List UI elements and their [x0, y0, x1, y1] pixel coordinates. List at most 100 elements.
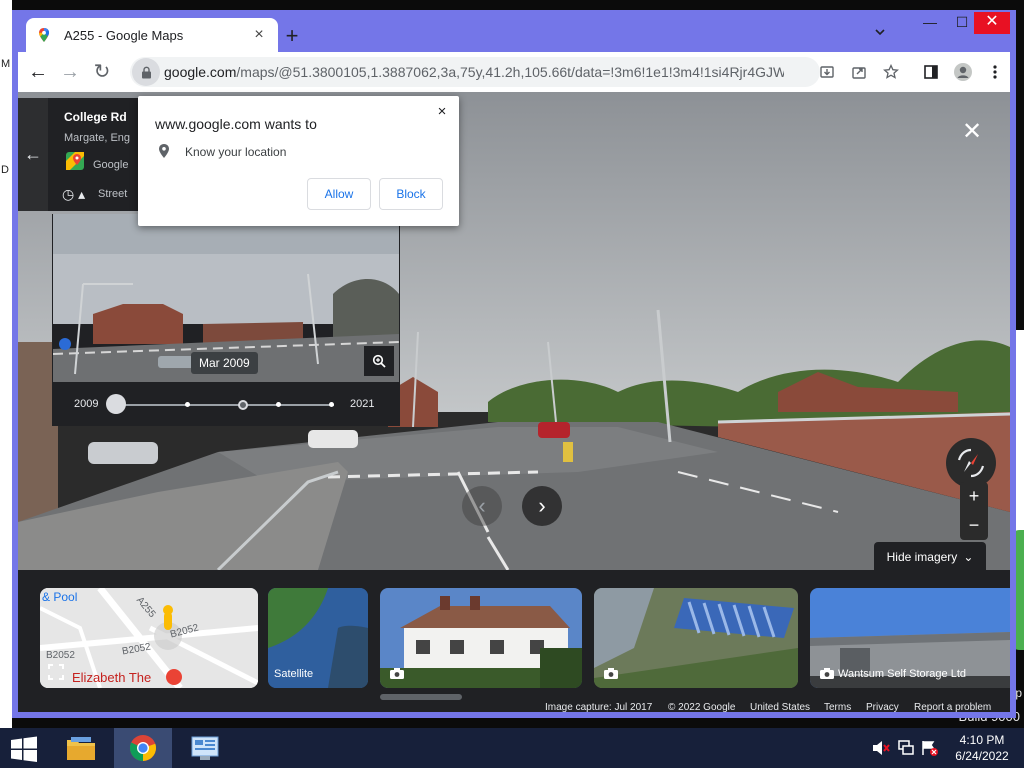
file-explorer-taskbar-button[interactable]: [52, 728, 110, 768]
network-icon[interactable]: [897, 740, 915, 756]
timeline-slider-handle[interactable]: [106, 394, 126, 414]
zoom-out-button[interactable]: −: [960, 511, 988, 540]
timeline-tick[interactable]: [329, 402, 334, 407]
aerial-photo: [594, 588, 798, 688]
imagery-source: Google: [93, 159, 129, 171]
house-photo: [380, 588, 582, 688]
camera-icon: [604, 668, 618, 679]
desktop-letter: D: [1, 164, 9, 176]
imagery-scrollbar[interactable]: [380, 694, 462, 700]
timeline-end-year: 2021: [350, 398, 375, 410]
terms-link[interactable]: Terms: [824, 702, 851, 712]
tab-close-button[interactable]: ×: [250, 26, 268, 44]
history-toggle-icon[interactable]: ◷ ▴: [62, 186, 85, 203]
install-app-icon[interactable]: [812, 57, 842, 87]
timeline-current-marker[interactable]: [238, 400, 248, 410]
hide-imagery-button[interactable]: Hide imagery ⌄: [874, 542, 986, 572]
copyright-text: © 2022 Google: [668, 702, 736, 712]
lock-icon: [141, 66, 151, 78]
storage-label: Wantsum Self Storage Ltd: [838, 668, 966, 680]
imagery-card-storage[interactable]: Wantsum Self Storage Ltd: [810, 588, 1010, 688]
image-capture-date: Image capture: Jul 2017: [545, 702, 653, 712]
side-panel-icon[interactable]: [916, 57, 946, 87]
system-clock[interactable]: 4:10 PM 6/24/2022: [950, 732, 1014, 764]
site-info-button[interactable]: [132, 58, 160, 86]
map-road-label: B2052: [46, 650, 75, 661]
url-text[interactable]: google.com/maps/@51.3800105,1.3887062,3a…: [164, 64, 784, 80]
privacy-link[interactable]: Privacy: [866, 702, 899, 712]
location-title: College Rd: [64, 110, 127, 124]
chrome-window: A255 - Google Maps × + — ☐ ✕ ← → ↻ googl…: [12, 10, 1016, 718]
back-button[interactable]: ←: [22, 56, 54, 88]
bookmark-star-icon[interactable]: [876, 57, 906, 87]
action-center-flag-icon[interactable]: [921, 740, 939, 756]
expand-icon[interactable]: [48, 664, 64, 680]
chevron-down-icon: ⌄: [963, 550, 974, 564]
permission-text: Know your location: [185, 145, 287, 159]
satellite-label: Satellite: [274, 668, 314, 680]
timeline-date-label: Mar 2009: [191, 352, 258, 374]
magnifier-icon: [372, 354, 386, 368]
street-label: Street: [98, 188, 128, 200]
more-menu-icon[interactable]: [980, 57, 1010, 87]
tab-search-chevron-icon[interactable]: [874, 26, 886, 38]
volume-muted-icon[interactable]: [872, 740, 890, 756]
taskbar: 4:10 PM 6/24/2022: [0, 728, 1024, 768]
windows-start-icon[interactable]: [10, 736, 38, 762]
tab-title: A255 - Google Maps: [64, 27, 184, 43]
next-image-button[interactable]: ›: [522, 486, 562, 526]
camera-icon: [820, 668, 834, 679]
tab-strip: A255 - Google Maps × + — ☐ ✕: [12, 10, 1016, 52]
timeline-tick[interactable]: [276, 402, 281, 407]
profile-avatar-icon[interactable]: [948, 57, 978, 87]
close-window-button[interactable]: ✕: [974, 12, 1010, 34]
folder-icon: [67, 737, 95, 760]
reload-button[interactable]: ↻: [86, 56, 118, 88]
desktop-edge-left: M D: [0, 0, 12, 728]
previous-image-button[interactable]: ‹: [462, 486, 502, 526]
timeline-track[interactable]: [114, 404, 334, 406]
report-problem-link[interactable]: Report a problem: [914, 702, 991, 712]
zoom-in-button[interactable]: +: [960, 482, 988, 511]
map-label-pool: & Pool: [42, 590, 78, 604]
timeline-start-year: 2009: [74, 398, 99, 410]
imagery-card-house[interactable]: [380, 588, 582, 688]
control-panel-taskbar-button[interactable]: [176, 728, 234, 768]
popup-close-button[interactable]: ×: [434, 104, 450, 120]
new-tab-button[interactable]: +: [278, 23, 306, 51]
url-host: google.com: [164, 64, 237, 80]
browser-toolbar: ← → ↻ google.com/maps/@51.3800105,1.3887…: [18, 52, 1010, 92]
hide-imagery-label: Hide imagery: [886, 550, 958, 564]
country-link[interactable]: United States: [750, 702, 810, 712]
location-subtitle: Margate, Eng: [64, 132, 131, 144]
imagery-card-map[interactable]: & Pool A255 B2052 B2052 B2052 Elizabeth …: [40, 588, 258, 688]
forward-button[interactable]: →: [54, 56, 86, 88]
control-panel-icon: [191, 736, 219, 760]
share-icon[interactable]: [844, 57, 874, 87]
clock-date: 6/24/2022: [955, 749, 1009, 763]
desktop-letter: M: [1, 58, 11, 70]
map-place-label: Elizabeth The: [72, 670, 152, 685]
zoom-thumbnail-button[interactable]: [364, 346, 394, 376]
minimize-button[interactable]: —: [914, 12, 946, 34]
close-street-view-button[interactable]: ✕: [960, 120, 984, 144]
imagery-card-satellite[interactable]: Satellite: [268, 588, 368, 688]
imagery-strip: & Pool A255 B2052 B2052 B2052 Elizabeth …: [18, 570, 1010, 712]
compass-icon[interactable]: [946, 438, 996, 488]
allow-button[interactable]: Allow: [307, 178, 371, 210]
back-to-map-button[interactable]: ←: [18, 98, 48, 211]
zoom-control: + −: [960, 482, 988, 540]
imagery-card-aerial[interactable]: [594, 588, 798, 688]
map-footer: Image capture: Jul 2017 © 2022 Google Un…: [18, 702, 1010, 712]
chrome-icon: [129, 735, 156, 761]
block-button[interactable]: Block: [379, 178, 443, 210]
clock-time: 4:10 PM: [959, 733, 1005, 747]
time-travel-panel: Mar 2009 2009 2021: [52, 214, 400, 426]
location-permission-popup: www.google.com wants to × Know your loca…: [138, 96, 459, 226]
chrome-taskbar-button[interactable]: [114, 728, 172, 768]
address-bar[interactable]: google.com/maps/@51.3800105,1.3887062,3a…: [130, 57, 820, 87]
timeline-tick[interactable]: [185, 402, 190, 407]
url-path: /maps/@51.3800105,1.3887062,3a,75y,41.2h…: [236, 64, 784, 80]
tab-google-maps[interactable]: A255 - Google Maps ×: [26, 18, 278, 52]
location-pin-icon: [159, 144, 169, 158]
